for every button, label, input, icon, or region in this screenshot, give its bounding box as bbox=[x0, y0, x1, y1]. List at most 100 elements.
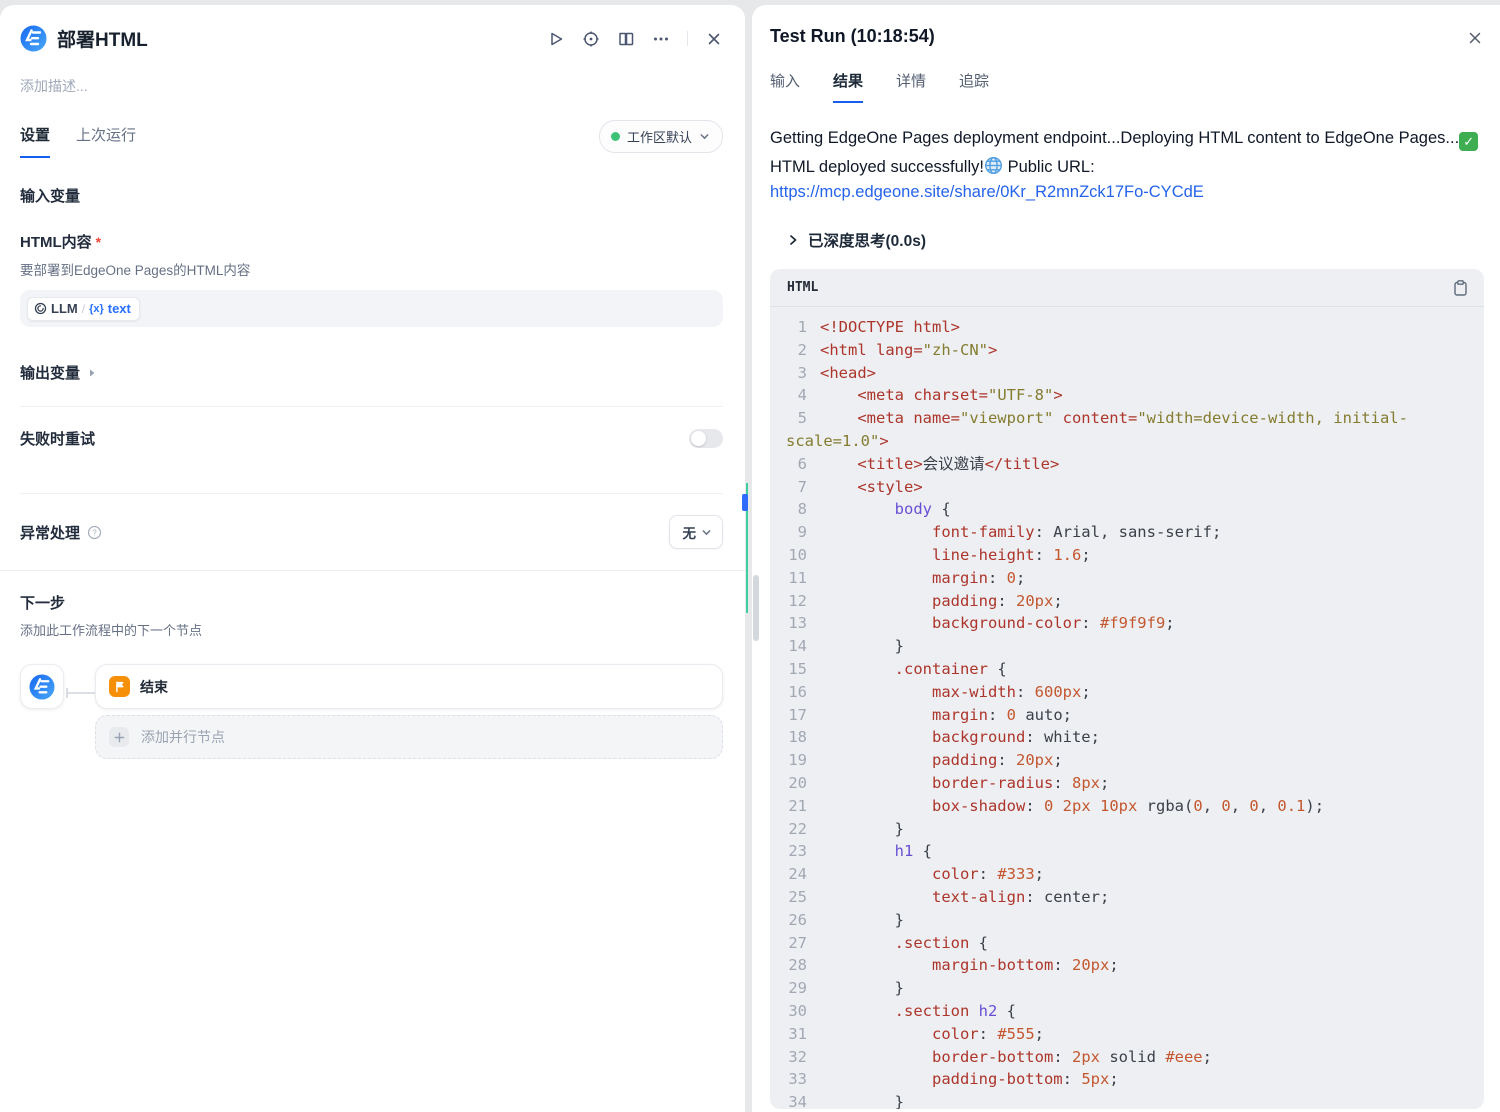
code-row: 13 background-color: #f9f9f9; bbox=[786, 612, 1468, 635]
chevron-right-icon bbox=[787, 234, 799, 246]
scrollbar-thumb[interactable] bbox=[753, 575, 759, 641]
tab-input[interactable]: 输入 bbox=[770, 70, 800, 103]
retry-on-failure-label: 失败时重试 bbox=[20, 428, 95, 449]
line-number: 31 bbox=[786, 1023, 807, 1046]
line-number: 33 bbox=[786, 1068, 807, 1091]
html-content-description: 要部署到EdgeOne Pages的HTML内容 bbox=[20, 259, 723, 279]
run-play-icon[interactable] bbox=[547, 30, 565, 48]
code-row: 14 } bbox=[786, 635, 1468, 658]
line-number: 30 bbox=[786, 1000, 807, 1023]
more-options-icon[interactable] bbox=[652, 30, 670, 48]
end-node-card[interactable]: 结束 bbox=[95, 664, 723, 709]
copy-code-icon[interactable] bbox=[1452, 279, 1469, 297]
add-parallel-node-button[interactable]: 添加并行节点 bbox=[95, 715, 723, 759]
tab-settings[interactable]: 设置 bbox=[20, 124, 50, 158]
code-row: 29 } bbox=[786, 977, 1468, 1000]
success-check-icon: ✓ bbox=[1459, 132, 1478, 151]
variable-chip[interactable]: LLM / {x} text bbox=[27, 297, 140, 321]
variable-braces: {x} bbox=[89, 303, 104, 315]
html-content-label: HTML内容 bbox=[20, 231, 92, 252]
error-handling-value: 无 bbox=[683, 522, 697, 542]
workspace-selector-label: 工作区默认 bbox=[627, 127, 692, 146]
line-number: 1 bbox=[786, 316, 807, 339]
code-row: 22 } bbox=[786, 818, 1468, 841]
code-row: 11 margin: 0; bbox=[786, 567, 1468, 590]
output-variables-toggle[interactable]: 输出变量 bbox=[20, 362, 723, 383]
globe-icon bbox=[984, 156, 1003, 175]
test-run-title: Test Run (10:18:54) bbox=[770, 26, 935, 47]
docs-book-icon[interactable] bbox=[617, 30, 635, 48]
line-number: 17 bbox=[786, 704, 807, 727]
line-number: 8 bbox=[786, 498, 807, 521]
status-dot bbox=[611, 132, 620, 141]
html-content-variable-field[interactable]: LLM / {x} text bbox=[20, 290, 723, 327]
code-row: 18 background: white; bbox=[786, 726, 1468, 749]
chevron-down-icon bbox=[699, 131, 710, 142]
public-url-link[interactable]: https://mcp.edgeone.site/share/0Kr_R2mnZ… bbox=[770, 183, 1204, 202]
code-lines: 1<!DOCTYPE html>2<html lang="zh-CN">3<he… bbox=[770, 307, 1484, 1109]
line-number: 13 bbox=[786, 612, 807, 635]
code-row: 25 text-align: center; bbox=[786, 886, 1468, 909]
code-row: 8 body { bbox=[786, 498, 1468, 521]
thought-collapse-toggle[interactable]: 已深度思考(0.0s) bbox=[770, 229, 1484, 251]
tab-last-run[interactable]: 上次运行 bbox=[76, 124, 136, 158]
retry-toggle[interactable] bbox=[689, 429, 723, 448]
code-row: 16 max-width: 600px; bbox=[786, 681, 1468, 704]
line-number: 26 bbox=[786, 909, 807, 932]
code-row: 24 color: #333; bbox=[786, 863, 1468, 886]
add-parallel-label: 添加并行节点 bbox=[141, 727, 225, 747]
code-row: 7 <style> bbox=[786, 476, 1468, 499]
config-tabs: 设置 上次运行 bbox=[20, 124, 136, 158]
toolbar-divider bbox=[687, 31, 688, 46]
edgeone-node-logo-icon bbox=[29, 674, 55, 700]
help-icon[interactable]: ? bbox=[87, 525, 102, 540]
tab-result[interactable]: 结果 bbox=[833, 70, 863, 103]
next-step-description: 添加此工作流程中的下一个节点 bbox=[20, 620, 723, 639]
line-number: 34 bbox=[786, 1091, 807, 1109]
chevron-down-icon bbox=[701, 527, 712, 538]
code-block: HTML 1<!DOCTYPE html>2<html lang="zh-CN"… bbox=[770, 269, 1484, 1109]
description-input[interactable]: 添加描述... bbox=[20, 76, 723, 96]
result-text-segment: Getting EdgeOne Pages deployment endpoin… bbox=[770, 129, 1459, 147]
workspace-selector[interactable]: 工作区默认 bbox=[599, 120, 723, 153]
code-row: 4 <meta charset="UTF-8"> bbox=[786, 384, 1468, 407]
tab-trace[interactable]: 追踪 bbox=[959, 70, 989, 103]
line-number: 15 bbox=[786, 658, 807, 681]
line-number: 22 bbox=[786, 818, 807, 841]
code-row: 19 padding: 20px; bbox=[786, 749, 1468, 772]
input-variables-heading: 输入变量 bbox=[20, 185, 723, 206]
thought-label: 已深度思考(0.0s) bbox=[808, 229, 926, 251]
test-run-panel: Test Run (10:18:54) 输入 结果 详情 追踪 Getting … bbox=[752, 5, 1500, 1112]
next-step-node-graph: 结束 添加并行节点 bbox=[20, 664, 723, 759]
current-node-card[interactable] bbox=[20, 664, 64, 709]
code-row: 1<!DOCTYPE html> bbox=[786, 316, 1468, 339]
variable-name: text bbox=[108, 301, 131, 316]
line-number: 24 bbox=[786, 863, 807, 886]
node-config-panel: 部署HTML 添加描述... 设置 上次运行 bbox=[0, 5, 745, 1112]
code-row: 28 margin-bottom: 20px; bbox=[786, 954, 1468, 977]
tab-detail[interactable]: 详情 bbox=[896, 70, 926, 103]
line-number: 14 bbox=[786, 635, 807, 658]
code-row: 31 color: #555; bbox=[786, 1023, 1468, 1046]
code-row: scale=1.0"> bbox=[786, 430, 1468, 453]
code-row: 3<head> bbox=[786, 362, 1468, 385]
code-row: 21 box-shadow: 0 2px 10px rgba(0, 0, 0, … bbox=[786, 795, 1468, 818]
line-number: 4 bbox=[786, 384, 807, 407]
toggle-knob bbox=[691, 431, 706, 446]
close-test-run-icon[interactable] bbox=[1466, 29, 1484, 47]
node-title: 部署HTML bbox=[57, 25, 148, 52]
line-number: 25 bbox=[786, 886, 807, 909]
line-number: 2 bbox=[786, 339, 807, 362]
line-number: 18 bbox=[786, 726, 807, 749]
error-handling-label: 异常处理 bbox=[20, 522, 80, 543]
code-row: 27 .section { bbox=[786, 932, 1468, 955]
close-panel-icon[interactable] bbox=[705, 30, 723, 48]
next-step-heading: 下一步 bbox=[20, 592, 723, 613]
chip-separator: / bbox=[82, 302, 85, 316]
error-handling-dropdown[interactable]: 无 bbox=[669, 515, 724, 549]
line-number: 21 bbox=[786, 795, 807, 818]
line-number: 23 bbox=[786, 840, 807, 863]
locate-node-icon[interactable] bbox=[582, 30, 600, 48]
code-row: 17 margin: 0 auto; bbox=[786, 704, 1468, 727]
node-panel-header: 部署HTML bbox=[20, 25, 723, 52]
